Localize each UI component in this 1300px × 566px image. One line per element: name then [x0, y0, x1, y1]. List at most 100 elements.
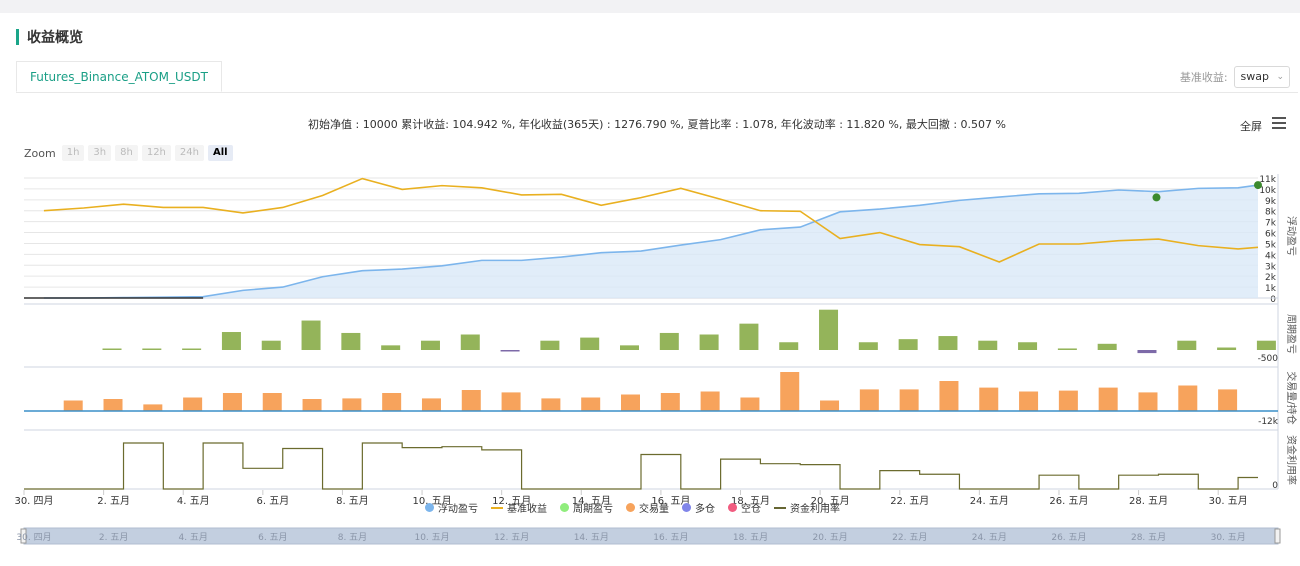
period-pnl-bar — [580, 337, 600, 350]
navigator-right-handle[interactable] — [1274, 528, 1281, 544]
volume-bar — [1218, 389, 1238, 411]
legend-swatch-icon — [728, 503, 737, 512]
axis-title: 资金利用率 — [1285, 435, 1298, 485]
navigator-tick-label: 30. 五月 — [1211, 532, 1246, 543]
utilization-axis-tick: 0 — [1272, 481, 1278, 491]
y-tick-label: 1k — [1265, 284, 1277, 294]
volume-bar — [461, 390, 481, 411]
volume-axis-tick: -12k — [1258, 417, 1279, 427]
legend-label: 周期盈亏 — [573, 504, 613, 515]
navigator-tick-label: 16. 五月 — [653, 532, 688, 543]
period-axis-tick: -500 — [1258, 354, 1279, 364]
navigator-tick-label: 20. 五月 — [813, 532, 848, 543]
legend-item[interactable]: 资金利用率 — [774, 500, 840, 515]
legend-label: 浮动盈亏 — [438, 504, 478, 515]
volume-bar — [820, 400, 840, 411]
axis-title: 周期盈亏 — [1285, 314, 1297, 354]
volume-bar — [1058, 390, 1078, 411]
y-tick-label: 7k — [1265, 219, 1277, 229]
navigator-tick-label: 18. 五月 — [733, 532, 768, 543]
utilization-line — [24, 442, 1258, 490]
legend-label: 交易量 — [639, 504, 669, 515]
legend-swatch-icon — [425, 503, 434, 512]
period-pnl-bar — [1057, 348, 1077, 350]
period-pnl-bar — [1256, 340, 1276, 350]
y-tick-label: 3k — [1265, 262, 1277, 272]
legend-item[interactable]: 浮动盈亏 — [425, 500, 478, 515]
period-pnl-bar — [739, 323, 759, 350]
period-pnl-bar — [1137, 350, 1157, 354]
period-pnl-bar — [1097, 343, 1117, 350]
navigator-tick-label: 24. 五月 — [972, 532, 1007, 543]
y-tick-label: 4k — [1265, 251, 1277, 261]
navigator-tick-label: 26. 五月 — [1051, 532, 1086, 543]
period-pnl-bar — [102, 348, 122, 350]
pnl-area — [43, 185, 1259, 298]
period-pnl-bar — [381, 345, 401, 350]
volume-bar — [1138, 392, 1158, 411]
navigator-tick-label: 10. 五月 — [414, 532, 449, 543]
volume-bar — [262, 393, 282, 411]
period-pnl-bar — [142, 348, 162, 350]
volume-bar — [302, 399, 322, 411]
period-pnl-bar — [620, 345, 639, 350]
legend-swatch-icon — [491, 506, 503, 509]
x-tick-label: 30. 四月 — [14, 495, 53, 507]
chart-legend: 浮动盈亏 基准收益 周期盈亏 交易量 多仓 空仓 资金利用率 — [425, 500, 853, 515]
period-pnl-bar — [182, 348, 202, 350]
axis-title: 交易量/持仓 — [1285, 371, 1298, 424]
volume-bar — [382, 393, 402, 411]
x-tick-label: 8. 五月 — [336, 495, 369, 507]
legend-item[interactable]: 多仓 — [682, 500, 715, 515]
period-pnl-bar — [221, 332, 241, 350]
y-tick-label: 11k — [1259, 175, 1276, 185]
navigator-tick-label: 22. 五月 — [892, 532, 927, 543]
volume-bar — [660, 393, 680, 411]
period-pnl-bar — [341, 332, 361, 350]
period-pnl-bar — [779, 342, 799, 350]
legend-swatch-icon — [682, 503, 691, 512]
period-pnl-bar — [1217, 347, 1237, 350]
x-tick-label: 24. 五月 — [970, 495, 1009, 507]
period-pnl-bar — [301, 320, 321, 350]
volume-bar — [501, 392, 521, 411]
period-pnl-bar — [819, 309, 839, 350]
x-tick-label: 30. 五月 — [1209, 495, 1248, 507]
volume-bar — [103, 399, 123, 411]
volume-bar — [342, 398, 362, 411]
period-pnl-bar — [500, 350, 520, 352]
volume-bar — [939, 381, 959, 411]
volume-bar — [1178, 385, 1198, 411]
period-pnl-bar — [261, 340, 281, 350]
navigator-range — [23, 527, 1279, 545]
legend-item[interactable]: 交易量 — [626, 500, 669, 515]
volume-bar — [621, 394, 640, 411]
period-pnl-bar — [1177, 340, 1197, 350]
volume-bar — [541, 398, 561, 411]
legend-item[interactable]: 基准收益 — [491, 500, 547, 515]
volume-bar — [700, 391, 720, 411]
volume-bar — [183, 397, 203, 411]
navigator-tick-label: 6. 五月 — [258, 532, 287, 543]
period-pnl-bar — [898, 339, 918, 350]
navigator-tick-label: 28. 五月 — [1131, 532, 1166, 543]
x-tick-label: 26. 五月 — [1049, 495, 1088, 507]
volume-bar — [780, 372, 800, 411]
y-tick-label: 2k — [1265, 273, 1277, 283]
period-pnl-bar — [460, 334, 480, 350]
legend-item[interactable]: 周期盈亏 — [560, 500, 613, 515]
legend-item[interactable]: 空仓 — [728, 500, 761, 515]
period-pnl-bar — [978, 340, 998, 350]
legend-label: 空仓 — [741, 504, 761, 515]
x-tick-label: 22. 五月 — [890, 495, 929, 507]
volume-bar — [143, 404, 163, 411]
navigator-tick-label: 30. 四月 — [16, 532, 51, 543]
volume-bar — [899, 389, 919, 411]
series-marker — [1254, 181, 1262, 190]
legend-label: 基准收益 — [507, 504, 547, 515]
legend-swatch-icon — [560, 503, 569, 512]
volume-bar — [740, 397, 760, 411]
performance-chart[interactable]: 11k10k9k8k7k6k5k4k3k2k1k0-500-12k0浮动盈亏周期… — [0, 0, 1300, 566]
legend-label: 多仓 — [695, 504, 715, 515]
navigator-tick-label: 4. 五月 — [178, 532, 207, 543]
